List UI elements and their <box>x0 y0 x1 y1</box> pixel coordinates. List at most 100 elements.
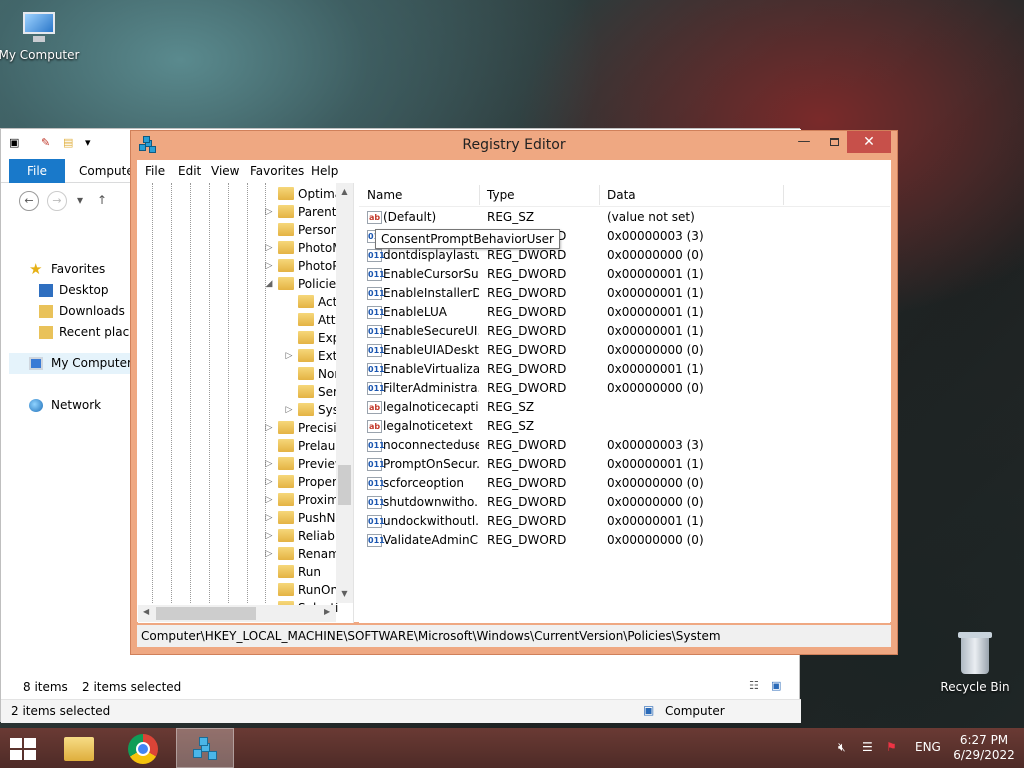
tree-item[interactable]: ▷ Precisio <box>266 419 344 437</box>
tree-item[interactable]: ▷ Proxim <box>266 491 339 509</box>
tree-item[interactable]: ▷ Parenta <box>266 203 344 221</box>
tree-item[interactable]: Run <box>278 563 321 581</box>
registry-value-row[interactable]: 011 scforceoption REG_DWORD 0x00000000 (0) <box>359 474 890 493</box>
tree-expander-icon[interactable]: ▷ <box>264 257 274 275</box>
nav-item-favorites[interactable]: ★ Favorites <box>9 259 131 280</box>
value-data: 0x00000000 (0) <box>607 476 704 490</box>
tree-item[interactable]: Nor <box>298 365 339 383</box>
tree-item[interactable]: Prelaun <box>278 437 343 455</box>
tree-expander-icon[interactable]: ▷ <box>264 527 274 545</box>
tree-item[interactable]: Optima <box>278 185 342 203</box>
column-header-type[interactable]: Type <box>487 188 515 202</box>
title-bar[interactable]: Registry Editor — ✕ <box>131 131 897 159</box>
registry-value-row[interactable]: 011 ValidateAdminC... REG_DWORD 0x00000000 … <box>359 531 890 550</box>
tree-expander-icon[interactable]: ▷ <box>284 347 294 365</box>
registry-value-row[interactable]: 011EnableCursorSu... REG_DWORD 0x00000001 … <box>359 265 890 284</box>
tree-item[interactable]: Exp <box>298 329 340 347</box>
registry-value-row[interactable]: 011 noconnecteduser REG_DWORD 0x00000003 (3… <box>359 436 890 455</box>
tree-item[interactable]: ▷ PushNo <box>266 509 343 527</box>
desktop-icon-recycle-bin[interactable]: Recycle Bin <box>932 632 1018 694</box>
customize-toolbar-icon[interactable]: ▾ <box>85 136 91 149</box>
taskbar-registry-editor[interactable] <box>176 728 234 768</box>
tab-file[interactable]: File <box>9 159 65 183</box>
tree-expander-icon[interactable]: ▷ <box>264 545 274 563</box>
large-icons-view-icon[interactable]: ▣ <box>771 679 781 692</box>
tree-item[interactable]: ◢ Policies <box>266 275 342 293</box>
desktop-icon-my-computer[interactable]: My Computer <box>0 10 82 62</box>
registry-key-tree[interactable]: Optima ▷ Parenta Persona ▷ PhotoM ▷ PhotoP ◢ Poli… <box>138 183 354 623</box>
tree-expander-icon[interactable]: ▷ <box>264 509 274 527</box>
registry-value-row[interactable]: 011 undockwithoutl... REG_DWORD 0x00000001 … <box>359 512 890 531</box>
details-view-icon[interactable]: ☷ <box>749 679 759 692</box>
scroll-left-icon[interactable]: ◀ <box>143 607 149 616</box>
taskbar-chrome[interactable] <box>114 728 172 768</box>
tree-expander-icon[interactable]: ▷ <box>264 455 274 473</box>
menu-help[interactable]: Help <box>311 164 338 178</box>
registry-value-row[interactable]: 011EnableVirtualizat... REG_DWORD 0x000000… <box>359 360 890 379</box>
network-status-icon[interactable]: ☰ <box>862 740 873 754</box>
registry-value-row[interactable]: ab (Default) REG_SZ (value not set) <box>359 208 890 227</box>
tree-item[interactable]: ▷ Preview <box>266 455 345 473</box>
tree-item[interactable]: Act <box>298 293 337 311</box>
menu-file[interactable]: File <box>145 164 165 178</box>
nav-item-my-computer[interactable]: My Computer <box>9 353 132 374</box>
scroll-up-icon[interactable]: ▲ <box>336 187 353 196</box>
scroll-right-icon[interactable]: ▶ <box>324 607 330 616</box>
nav-item-network[interactable]: Network <box>9 395 131 416</box>
start-button[interactable] <box>10 738 36 760</box>
menu-view[interactable]: View <box>211 164 239 178</box>
tree-item[interactable]: ▷ PhotoM <box>266 239 343 257</box>
new-folder-icon[interactable]: ▤ <box>63 136 73 149</box>
tree-item[interactable]: ▷ Ext <box>286 347 337 365</box>
back-button[interactable]: ← <box>19 191 39 211</box>
registry-value-row[interactable]: ablegalnoticecapti... REG_SZ <box>359 398 890 417</box>
tree-expander-icon[interactable]: ▷ <box>264 419 274 437</box>
language-indicator[interactable]: ENG <box>915 740 941 754</box>
nav-item-recent-places[interactable]: Recent places <box>9 322 143 343</box>
close-button[interactable]: ✕ <box>847 131 891 153</box>
tree-expander-icon[interactable]: ▷ <box>264 491 274 509</box>
column-header-data[interactable]: Data <box>607 188 636 202</box>
tree-expander-icon[interactable]: ▷ <box>264 203 274 221</box>
tree-item[interactable]: ▷ Propert <box>266 473 342 491</box>
forward-button[interactable]: → <box>47 191 67 211</box>
tree-item[interactable]: RunOn <box>278 581 338 599</box>
up-button[interactable]: ↑ <box>97 193 107 207</box>
nav-item-downloads[interactable]: Downloads <box>9 301 131 322</box>
registry-value-row[interactable]: 011 EnableSecureUI... REG_DWORD 0x00000001 … <box>359 322 890 341</box>
column-header-name[interactable]: Name <box>367 188 402 202</box>
nav-item-desktop[interactable]: Desktop <box>9 280 131 301</box>
registry-values-list[interactable]: Name Type Data ab (Default) REG_SZ (value n… <box>359 183 890 623</box>
registry-value-row[interactable]: 011 shutdownwitho... REG_DWORD 0x00000000 (… <box>359 493 890 512</box>
scrollbar-thumb[interactable] <box>156 607 256 620</box>
properties-icon[interactable]: ▣ <box>9 136 19 149</box>
properties-page-icon[interactable]: ✎ <box>41 136 50 149</box>
registry-value-row[interactable]: ab legalnoticetext REG_SZ <box>359 417 890 436</box>
value-data: 0x00000000 (0) <box>607 343 704 357</box>
tree-item[interactable]: ▷ Reliabil <box>266 527 342 545</box>
tree-item[interactable]: ▷ Renam <box>266 545 340 563</box>
tree-item[interactable]: ▷ PhotoP <box>266 257 339 275</box>
tree-expander-icon[interactable]: ▷ <box>264 473 274 491</box>
menu-favorites[interactable]: Favorites <box>250 164 304 178</box>
taskbar-clock[interactable]: 6:27 PM 6/29/2022 <box>948 733 1020 763</box>
registry-value-row[interactable]: 011EnableInstallerD... REG_DWORD 0x0000000… <box>359 284 890 303</box>
tree-vertical-scrollbar[interactable]: ▲ ▼ <box>336 183 353 603</box>
tree-expander-icon[interactable]: ▷ <box>284 401 294 419</box>
registry-value-row[interactable]: 011 PromptOnSecur... REG_DWORD 0x00000001 (… <box>359 455 890 474</box>
scroll-down-icon[interactable]: ▼ <box>336 589 353 598</box>
menu-edit[interactable]: Edit <box>178 164 201 178</box>
tree-expander-icon[interactable]: ◢ <box>264 275 274 293</box>
tree-expander-icon[interactable]: ▷ <box>264 239 274 257</box>
action-center-icon[interactable]: ⚑ <box>886 740 897 754</box>
registry-value-row[interactable]: 011 EnableLUA REG_DWORD 0x00000001 (1) <box>359 303 890 322</box>
minimize-button[interactable]: — <box>791 131 817 153</box>
maximize-button[interactable] <box>821 131 847 153</box>
registry-value-row[interactable]: 011 FilterAdministra... REG_DWORD 0x0000000… <box>359 379 890 398</box>
recent-locations-icon[interactable]: ▾ <box>77 193 83 207</box>
taskbar-file-explorer[interactable] <box>50 728 108 768</box>
speaker-muted-icon[interactable]: 🔇︎ <box>838 740 846 755</box>
scrollbar-thumb[interactable] <box>338 465 351 505</box>
tree-horizontal-scrollbar[interactable]: ◀ ▶ <box>138 605 336 622</box>
registry-value-row[interactable]: 011EnableUIADeskt... REG_DWORD 0x00000000 … <box>359 341 890 360</box>
